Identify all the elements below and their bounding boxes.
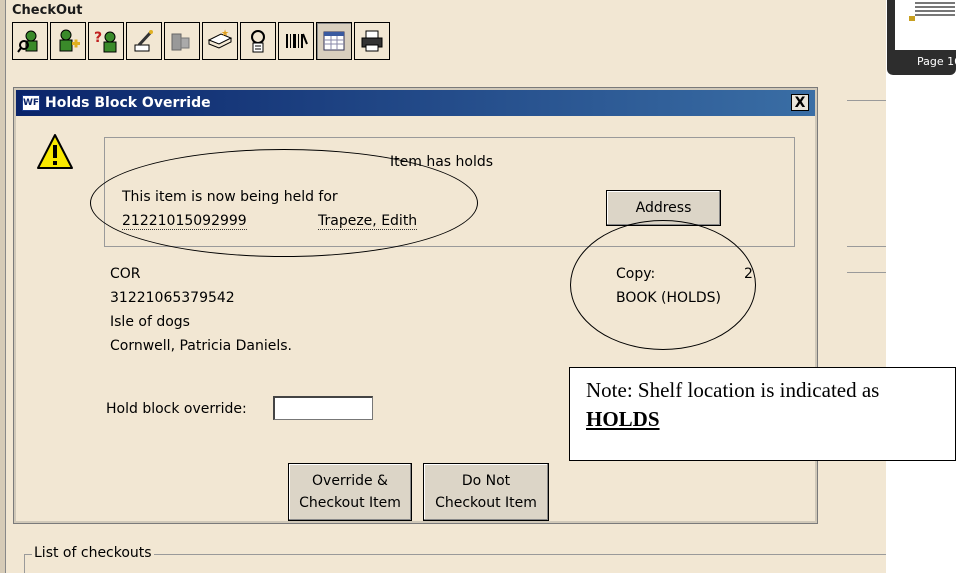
do-not-checkout-button[interactable]: Do Not Checkout Item <box>423 463 549 521</box>
thumbnail-text <box>915 2 955 18</box>
calendar-button[interactable] <box>316 22 352 60</box>
held-for-text: This item is now being held for <box>122 189 338 205</box>
thumbnail-mark <box>909 16 915 21</box>
hand-button[interactable] <box>164 22 200 60</box>
page-thumbnail[interactable]: Page 16 <box>887 0 956 75</box>
copy-label: Copy: <box>616 266 656 282</box>
user-help-icon: ? <box>94 30 117 53</box>
window-edge <box>0 0 6 573</box>
warning-icon <box>37 134 73 169</box>
patron-name-link[interactable]: Trapeze, Edith <box>318 213 418 230</box>
donot-button-line1: Do Not <box>461 473 511 489</box>
search-person-icon <box>17 30 38 53</box>
calendar-icon <box>323 31 345 51</box>
checkouts-label: List of checkouts <box>32 545 154 561</box>
donot-button-line2: Checkout Item <box>435 495 537 511</box>
add-patron-button[interactable] <box>50 22 86 60</box>
close-button[interactable]: X <box>791 94 809 111</box>
item-title: Isle of dogs <box>110 314 190 330</box>
override-button-line2: Checkout Item <box>299 495 401 511</box>
printer-icon <box>361 30 383 52</box>
dialog-titlebar: WF Holds Block Override X <box>16 90 815 116</box>
book-button[interactable]: ★ <box>202 22 238 60</box>
note-line2: HOLDS <box>586 407 660 431</box>
patron-barcode-link[interactable]: 21221015092999 <box>122 213 247 230</box>
barcode-button[interactable] <box>278 22 314 60</box>
stamp-icon <box>134 30 153 52</box>
override-button-line1: Override & <box>312 473 388 489</box>
divider <box>847 272 886 273</box>
thumbnail-caption: Page 16 <box>917 55 956 68</box>
item-type: COR <box>110 266 141 282</box>
barcode-icon <box>286 33 308 48</box>
search-list-icon <box>251 30 265 53</box>
divider <box>847 246 886 247</box>
print-button[interactable] <box>354 22 390 60</box>
search-patron-button[interactable] <box>12 22 48 60</box>
dialog-title: Holds Block Override <box>45 95 211 111</box>
divider <box>847 100 886 101</box>
search-list-button[interactable] <box>240 22 276 60</box>
svg-text:★: ★ <box>221 29 229 39</box>
item-author: Cornwell, Patricia Daniels. <box>110 338 292 354</box>
toolbar: ? ★ <box>12 22 390 62</box>
stamp-button[interactable] <box>126 22 162 60</box>
svg-text:?: ? <box>94 30 102 46</box>
address-button[interactable]: Address <box>606 190 721 226</box>
item-barcode: 31221065379542 <box>110 290 235 306</box>
annotation-note: Note: Shelf location is indicated as HOL… <box>569 367 956 461</box>
app-logo-icon: WF <box>22 95 40 111</box>
open-book-icon: ★ <box>207 29 233 49</box>
hold-override-label: Hold block override: <box>106 401 247 417</box>
app-title: CheckOut <box>12 3 83 18</box>
patron-help-button[interactable]: ? <box>88 22 124 60</box>
copy-value: 2 <box>744 266 753 282</box>
thumbnail-page <box>895 0 956 50</box>
hand-icon <box>171 33 190 51</box>
add-person-icon <box>59 29 80 52</box>
holds-title: Item has holds <box>390 154 494 170</box>
shelf-location: BOOK (HOLDS) <box>616 290 721 306</box>
note-line1: Note: Shelf location is indicated as <box>586 378 880 402</box>
hold-override-input[interactable] <box>273 396 373 420</box>
override-checkout-button[interactable]: Override & Checkout Item <box>288 463 412 521</box>
